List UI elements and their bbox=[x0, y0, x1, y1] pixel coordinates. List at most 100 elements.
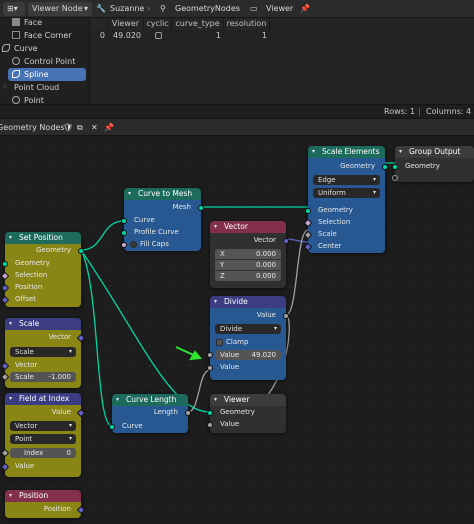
clamp-checkbox[interactable] bbox=[216, 339, 223, 346]
vector-node[interactable]: ▾ Vector Vector X 0.000 Y 0.000 Z 0.000 bbox=[210, 221, 289, 288]
socket-input-curve[interactable] bbox=[121, 217, 127, 224]
tree-item-control-point[interactable]: Control Point bbox=[0, 55, 90, 68]
socket-input-value-1[interactable] bbox=[207, 351, 213, 358]
curve-to-mesh-in-curve: Curve bbox=[121, 215, 201, 226]
shield-icon[interactable]: 🛡 bbox=[63, 121, 73, 135]
vector-z-field[interactable]: Z 0.000 bbox=[215, 271, 281, 281]
control-point-icon bbox=[12, 57, 20, 65]
collapse-chevron-icon[interactable]: ▾ bbox=[214, 221, 217, 233]
socket-input-empty[interactable] bbox=[392, 174, 398, 181]
close-icon[interactable]: ✕ bbox=[91, 121, 98, 135]
tree-item-face[interactable]: Face bbox=[0, 16, 90, 29]
collapse-chevron-icon[interactable]: ▾ bbox=[9, 393, 12, 405]
position-title[interactable]: ▾ Position bbox=[5, 490, 81, 502]
breadcrumb-node-tree[interactable]: GeometryNodes bbox=[175, 2, 240, 16]
scale-elements-node[interactable]: ▾ Scale Elements Geometry Edge ▾ Uniform ▾ … bbox=[303, 146, 388, 253]
socket-output-mesh[interactable] bbox=[198, 204, 204, 211]
column-header-resolution[interactable]: resolution bbox=[224, 18, 270, 30]
socket-input-value-2[interactable] bbox=[207, 364, 213, 371]
socket-output-geometry[interactable] bbox=[78, 247, 84, 254]
viewer-node[interactable]: ▾ Viewer Geometry Value bbox=[207, 394, 286, 433]
viewer-in-value: Value bbox=[207, 419, 286, 430]
divide-node[interactable]: ▾ Divide Value Divide ▾ Clamp Value 49.020 … bbox=[207, 296, 289, 380]
set-position-title[interactable]: ▾ Set Position bbox=[5, 232, 81, 244]
position-node[interactable]: ▾ Position Position bbox=[5, 490, 86, 518]
socket-input-geometry[interactable] bbox=[392, 163, 398, 170]
scale-mode-dropdown[interactable]: Uniform ▾ bbox=[313, 188, 380, 198]
scale-value-field[interactable]: Scale -1.000 bbox=[0, 372, 76, 382]
data-type-dropdown[interactable]: Vector ▾ bbox=[10, 421, 76, 431]
index-field[interactable]: Index 0 bbox=[0, 448, 76, 458]
pin-icon[interactable]: 📌 bbox=[300, 2, 310, 16]
socket-input-geometry[interactable] bbox=[305, 207, 311, 214]
math-operation-dropdown[interactable]: Divide ▾ bbox=[215, 324, 281, 334]
collapse-chevron-icon[interactable]: ▾ bbox=[9, 318, 12, 330]
field-at-index-in-value: Value bbox=[0, 461, 81, 472]
vector-x-field[interactable]: X 0.000 bbox=[215, 249, 281, 259]
vector-title[interactable]: ▾ Vector bbox=[210, 221, 286, 233]
curve-to-mesh-title[interactable]: ▾ Curve to Mesh bbox=[124, 188, 201, 200]
divide-in-value: Value bbox=[207, 362, 286, 373]
breadcrumb-viewer[interactable]: Viewer bbox=[266, 2, 293, 16]
scale-elements-title[interactable]: ▾ Scale Elements bbox=[308, 146, 385, 158]
socket-output-length[interactable] bbox=[185, 409, 191, 416]
collapse-chevron-icon[interactable]: ▾ bbox=[116, 394, 119, 406]
curve-length-title[interactable]: ▾ Curve Length bbox=[112, 394, 188, 406]
viewer-node-dropdown[interactable]: Viewer Node ▾ bbox=[28, 2, 92, 16]
tree-item-face-corner[interactable]: Face Corner bbox=[0, 29, 90, 42]
collapse-chevron-icon[interactable]: ▾ bbox=[128, 188, 131, 200]
collapse-chevron-icon[interactable]: ▾ bbox=[214, 296, 217, 308]
field-at-index-title[interactable]: ▾ Field at Index bbox=[5, 393, 81, 405]
node-editor-canvas[interactable]: ▾ Scale Elements Geometry Edge ▾ Uniform ▾ … bbox=[0, 136, 474, 524]
copy-icon[interactable]: ⧉ bbox=[77, 121, 83, 135]
socket-output-geometry[interactable] bbox=[382, 163, 388, 170]
set-position-out-geometry: Geometry bbox=[5, 245, 84, 256]
curve-to-mesh-node[interactable]: ▾ Curve to Mesh Mesh Curve Profile Curve … bbox=[121, 188, 204, 251]
row-index: 0 bbox=[99, 31, 105, 40]
socket-input-value[interactable] bbox=[207, 421, 213, 428]
domain-dropdown[interactable]: Point ▾ bbox=[10, 434, 76, 444]
node-tree-name[interactable]: Geometry Nodes bbox=[0, 121, 64, 135]
collapse-chevron-icon[interactable]: ▾ bbox=[9, 490, 12, 502]
socket-input-profile-curve[interactable] bbox=[121, 229, 127, 236]
socket-input-curve[interactable] bbox=[109, 423, 115, 430]
viewer-title[interactable]: ▾ Viewer bbox=[210, 394, 286, 406]
socket-output-value[interactable] bbox=[283, 312, 289, 319]
divide-value-field[interactable]: Value 49.020 bbox=[207, 350, 281, 360]
set-position-in-offset: Offset bbox=[0, 294, 81, 305]
collapse-chevron-icon[interactable]: ▾ bbox=[312, 146, 315, 158]
collapse-chevron-icon[interactable]: ▾ bbox=[214, 394, 217, 406]
socket-input-fill-caps[interactable] bbox=[121, 241, 127, 248]
pin-icon[interactable]: 📌 bbox=[104, 121, 114, 135]
curve-length-in-curve: Curve bbox=[109, 421, 188, 432]
divide-title[interactable]: ▾ Divide bbox=[210, 296, 286, 308]
breadcrumb-object[interactable]: Suzanne bbox=[110, 2, 144, 16]
collapse-chevron-icon[interactable]: ▾ bbox=[399, 146, 402, 158]
vector-math-operation-dropdown[interactable]: Scale ▾ bbox=[10, 347, 76, 357]
domain-dropdown[interactable]: Edge ▾ bbox=[313, 175, 380, 185]
fill-caps-toggle[interactable] bbox=[130, 241, 137, 248]
set-position-node[interactable]: ▾ Set Position Geometry Geometry Selectio… bbox=[0, 232, 84, 307]
group-output-title[interactable]: ▾ Group Output bbox=[395, 146, 474, 158]
scale-node[interactable]: ▾ Scale Vector Scale ▾ Vector Scale -1.000 bbox=[0, 318, 86, 388]
socket-output-vector[interactable] bbox=[283, 237, 289, 244]
editor-type-button[interactable]: ⊞▾ bbox=[3, 2, 25, 16]
column-header-cyclic[interactable]: cyclic bbox=[144, 18, 172, 30]
column-header-curve-type[interactable]: curve_type bbox=[172, 18, 224, 30]
vector-y-field[interactable]: Y 0.000 bbox=[215, 260, 281, 270]
socket-input-geometry[interactable] bbox=[207, 409, 213, 416]
collapse-chevron-icon[interactable]: ▾ bbox=[9, 232, 12, 244]
cyclic-checkbox[interactable] bbox=[154, 32, 162, 39]
spreadsheet-table: Viewer cyclic curve_type resolution 0 49… bbox=[90, 18, 474, 104]
object-icon: 🔧 bbox=[96, 4, 106, 13]
field-at-index-node[interactable]: ▾ Field at Index Value Vector ▾ Point ▾ Ind… bbox=[0, 393, 86, 477]
position-out-position: Position bbox=[5, 504, 86, 515]
tree-item-point-cloud[interactable]: ⁘ Point Cloud bbox=[0, 81, 90, 94]
tree-item-spline[interactable]: Spline bbox=[8, 68, 86, 81]
scale-title[interactable]: ▾ Scale bbox=[5, 318, 81, 330]
group-output-node[interactable]: ▾ Group Output Geometry bbox=[392, 146, 474, 182]
tree-item-curve[interactable]: Curve bbox=[0, 42, 90, 55]
curve-length-node[interactable]: ▾ Curve Length Length Curve bbox=[109, 394, 191, 433]
socket-input-geometry[interactable] bbox=[2, 260, 8, 267]
column-header-viewer[interactable]: Viewer bbox=[108, 18, 144, 30]
